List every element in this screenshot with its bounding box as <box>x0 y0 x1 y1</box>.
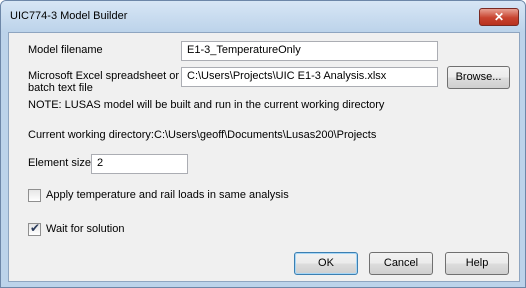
model-filename-label: Model filename <box>28 44 103 56</box>
title-bar[interactable]: UIC774-3 Model Builder ✕ <box>1 1 525 32</box>
checkmark-icon: ✔ <box>30 221 41 235</box>
cwd-value: C:\Users\geoff\Documents\Lusas200\Projec… <box>154 129 377 141</box>
apply-loads-checkbox[interactable] <box>28 189 41 202</box>
cancel-button[interactable]: Cancel <box>369 252 433 275</box>
help-button[interactable]: Help <box>445 252 509 275</box>
spreadsheet-label-line2: batch text file <box>28 82 93 94</box>
window-title: UIC774-3 Model Builder <box>10 10 128 22</box>
spreadsheet-path-input[interactable]: C:\Users\Projects\UIC E1-3 Analysis.xlsx <box>181 67 438 87</box>
note-text: NOTE: LUSAS model will be built and run … <box>28 99 385 111</box>
apply-loads-label[interactable]: Apply temperature and rail loads in same… <box>46 189 289 201</box>
ok-button[interactable]: OK <box>294 252 358 275</box>
browse-button[interactable]: Browse... <box>447 66 510 89</box>
wait-for-solution-checkbox[interactable]: ✔ <box>28 221 41 236</box>
dialog-window: UIC774-3 Model Builder ✕ Model filename … <box>0 0 526 288</box>
model-filename-input[interactable]: E1-3_TemperatureOnly <box>181 41 438 61</box>
element-size-input[interactable]: 2 <box>91 154 188 174</box>
close-button[interactable]: ✕ <box>479 8 519 26</box>
close-icon: ✕ <box>493 10 505 24</box>
dialog-body: Model filename E1-3_TemperatureOnly Micr… <box>8 32 520 282</box>
cwd-label: Current working directory: <box>28 129 154 141</box>
spreadsheet-label-line1: Microsoft Excel spreadsheet or <box>28 70 180 82</box>
element-size-label: Element size <box>28 157 91 169</box>
wait-for-solution-label[interactable]: Wait for solution <box>46 223 124 235</box>
